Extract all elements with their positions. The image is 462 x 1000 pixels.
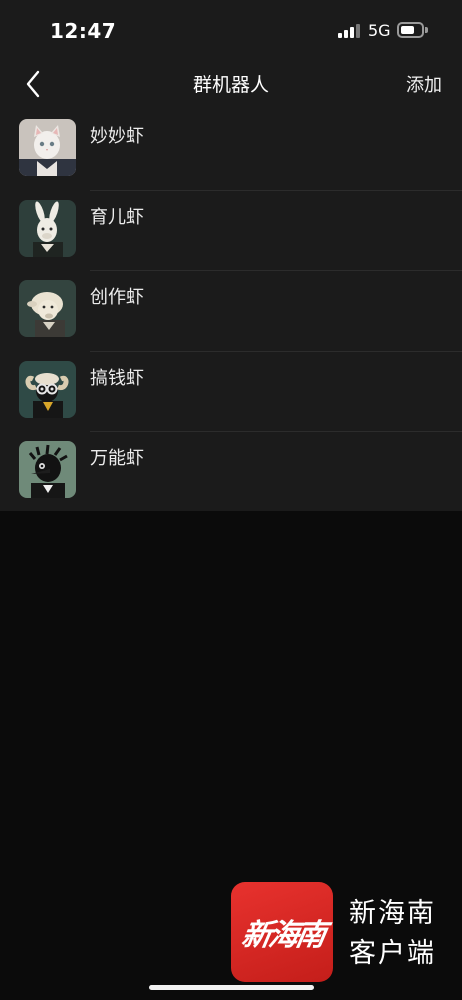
watermark: 新海南 新海南 客户端: [231, 882, 451, 982]
sheep-avatar: [19, 280, 76, 337]
screen: 12:47 5G 群机器人 添加 妙妙虾 育儿虾 创作虾 搞钱虾 万能虾 新海南…: [0, 0, 462, 1000]
ram-avatar: [19, 360, 76, 418]
bot-item-gaoqian[interactable]: 搞钱虾: [0, 352, 462, 432]
cat-avatar: [19, 119, 76, 176]
bot-name: 妙妙虾: [90, 126, 144, 147]
bot-item-wanneng[interactable]: 万能虾: [0, 432, 462, 513]
watermark-line2: 客户端: [349, 938, 436, 969]
home-indicator[interactable]: [149, 985, 314, 990]
nav-bar: 群机器人 添加: [0, 60, 462, 110]
page-title: 群机器人: [192, 74, 269, 96]
network-label: 5G: [368, 21, 391, 40]
bird-avatar: [19, 441, 76, 498]
bot-name: 万能虾: [90, 448, 144, 469]
add-button[interactable]: 添加: [406, 71, 442, 97]
bot-name: 搞钱虾: [90, 367, 144, 389]
status-time: 12:47: [50, 19, 117, 43]
bot-list: 妙妙虾 育儿虾 创作虾 搞钱虾 万能虾: [0, 110, 462, 511]
bot-item-miaomiao[interactable]: 妙妙虾: [0, 110, 462, 191]
bot-item-chuangzuo[interactable]: 创作虾: [0, 271, 462, 352]
bot-name: 育儿虾: [90, 206, 144, 228]
watermark-logo-text: 新海南: [238, 918, 326, 953]
watermark-text: 新海南 客户端: [349, 894, 436, 974]
status-bar: 12:47 5G: [0, 0, 462, 60]
signal-icon: [338, 24, 362, 38]
rabbit-avatar: [19, 199, 76, 257]
battery-icon: [397, 22, 428, 38]
bot-item-yuer[interactable]: 育儿虾: [0, 191, 462, 271]
watermark-logo: 新海南: [231, 882, 333, 982]
bot-name: 创作虾: [90, 287, 144, 308]
watermark-line1: 新海南: [349, 898, 436, 929]
